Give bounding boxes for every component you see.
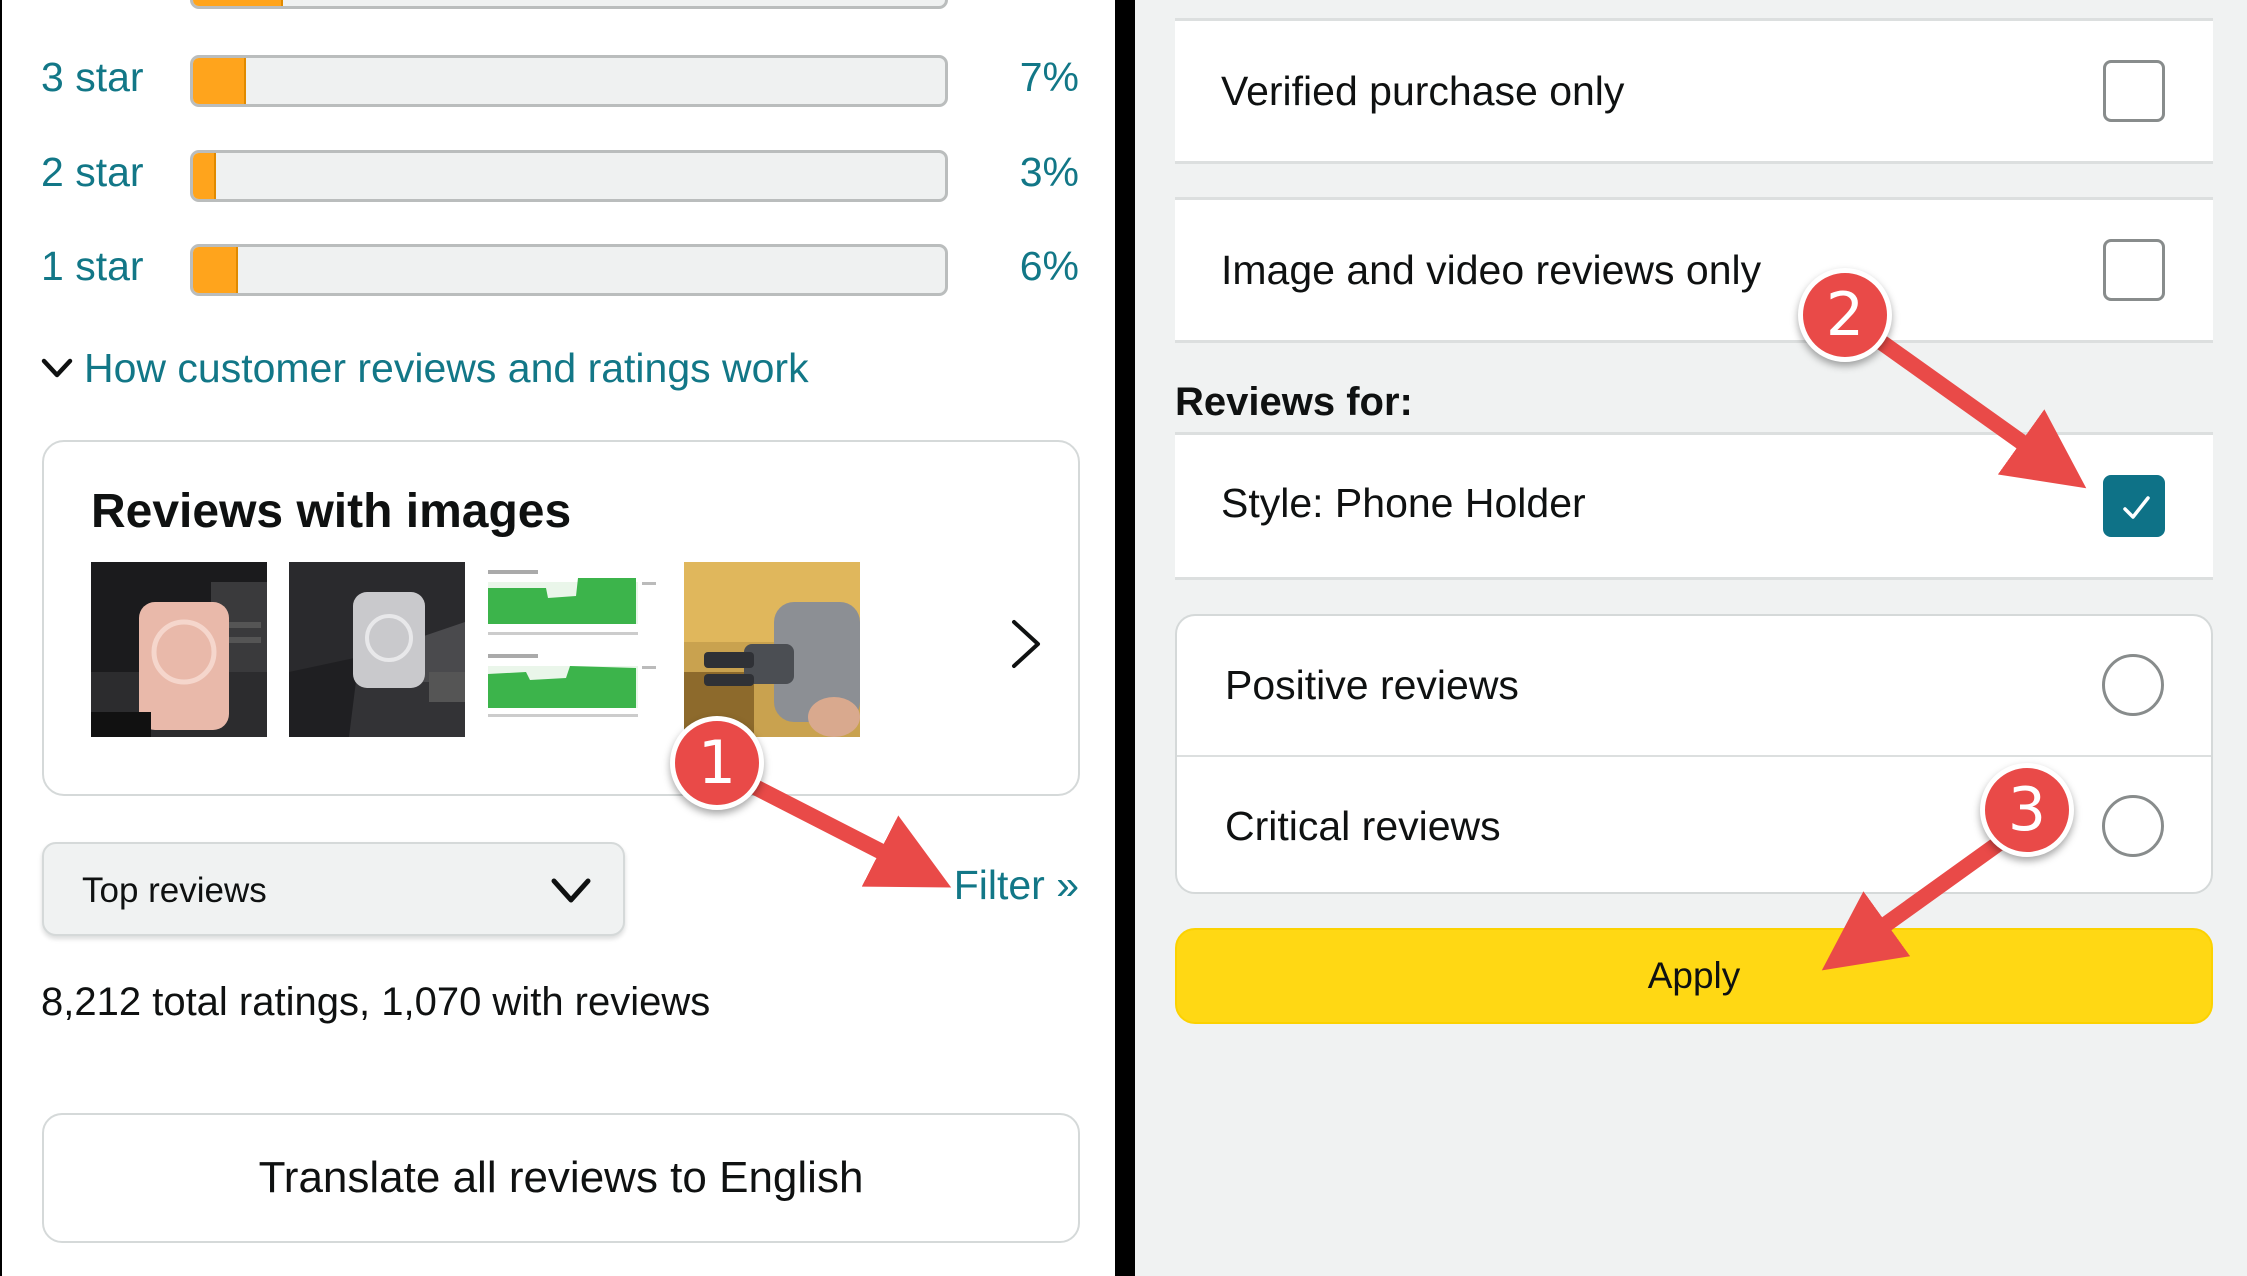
review-photo-battery-graph <box>486 562 662 737</box>
ratings-summary: 8,212 total ratings, 1,070 with reviews <box>41 980 711 1024</box>
star-row-1[interactable]: 1 star 6% <box>2 236 1115 296</box>
star-bar-fill <box>193 153 216 199</box>
reviews-for-label: Style: Phone Holder <box>1221 480 1586 526</box>
how-reviews-work-text: How customer reviews and ratings work <box>84 344 809 391</box>
reviews-with-images-title: Reviews with images <box>91 485 572 538</box>
review-photo-car-holder-pink <box>91 562 267 737</box>
star-label[interactable]: 1 star <box>41 236 144 296</box>
chevron-down-icon <box>551 878 591 903</box>
translate-reviews-button[interactable]: Translate all reviews to English <box>42 1113 1080 1243</box>
step-badge-2: 2 <box>1798 268 1892 362</box>
star-bar-fill <box>193 58 246 104</box>
reviews-for-heading: Reviews for: <box>1175 380 1413 424</box>
review-photo-car-holder-silver <box>289 562 465 737</box>
star-bar <box>190 244 948 296</box>
star-bar <box>190 0 948 9</box>
filter-label: Image and video reviews only <box>1221 247 1762 293</box>
rating-summary-panel: 3 star 7% 2 star 3% 1 star 6% How custom… <box>2 0 1115 1276</box>
panel-divider <box>1115 0 1135 1276</box>
star-percent[interactable]: 7% <box>1020 47 1079 107</box>
star-percent[interactable]: 6% <box>1020 236 1079 296</box>
filter-row-media[interactable]: Image and video reviews only <box>1175 197 2213 343</box>
star-label[interactable]: 3 star <box>41 47 144 107</box>
checkmark-icon <box>2123 496 2150 519</box>
sort-selected-value: Top reviews <box>82 871 267 910</box>
review-photo-vent-clip <box>684 562 860 737</box>
review-filter-panel: Verified purchase only Image and video r… <box>1135 0 2247 1276</box>
star-row-3[interactable]: 3 star 7% <box>2 47 1115 107</box>
review-image-thumbnail[interactable] <box>289 562 465 737</box>
review-image-thumbnail[interactable] <box>486 562 662 737</box>
star-bar-fill <box>193 247 239 293</box>
verified-purchase-checkbox[interactable] <box>2103 60 2165 122</box>
positive-reviews-radio[interactable] <box>2102 654 2164 716</box>
image-video-checkbox[interactable] <box>2103 239 2165 301</box>
filter-row-verified[interactable]: Verified purchase only <box>1175 18 2213 164</box>
review-image-thumbnail[interactable] <box>684 562 860 737</box>
star-row-2[interactable]: 2 star 3% <box>2 142 1115 202</box>
step-badge-1: 1 <box>670 716 764 810</box>
sort-reviews-dropdown[interactable]: Top reviews <box>42 842 625 936</box>
star-percent[interactable]: 3% <box>1020 142 1079 202</box>
chevron-down-icon <box>41 358 73 378</box>
translate-reviews-label: Translate all reviews to English <box>258 1153 864 1202</box>
star-bar <box>190 55 948 107</box>
style-phone-holder-checkbox[interactable] <box>2103 475 2165 537</box>
apply-label: Apply <box>1647 955 1741 996</box>
star-bar <box>190 150 948 202</box>
reviews-with-images-card: Reviews with images <box>42 440 1080 796</box>
sentiment-label: Positive reviews <box>1225 662 1519 708</box>
chevron-right-icon[interactable] <box>1004 614 1048 674</box>
sentiment-option-positive[interactable]: Positive reviews <box>1177 616 2211 757</box>
critical-reviews-radio[interactable] <box>2102 795 2164 857</box>
star-row-4[interactable] <box>2 0 1115 9</box>
sentiment-label: Critical reviews <box>1225 803 1501 849</box>
review-image-thumbnail[interactable] <box>91 562 267 737</box>
filter-link[interactable]: Filter » <box>954 862 1079 909</box>
reviews-for-row-style[interactable]: Style: Phone Holder <box>1175 432 2213 580</box>
star-label[interactable]: 2 star <box>41 142 144 202</box>
step-badge-3: 3 <box>1980 763 2074 857</box>
how-reviews-work-link[interactable]: How customer reviews and ratings work <box>40 338 809 398</box>
filter-label: Verified purchase only <box>1221 68 1625 114</box>
apply-button[interactable]: Apply <box>1175 928 2213 1024</box>
star-bar-fill <box>193 0 284 6</box>
sentiment-radio-group: Positive reviews Critical reviews <box>1175 614 2213 894</box>
